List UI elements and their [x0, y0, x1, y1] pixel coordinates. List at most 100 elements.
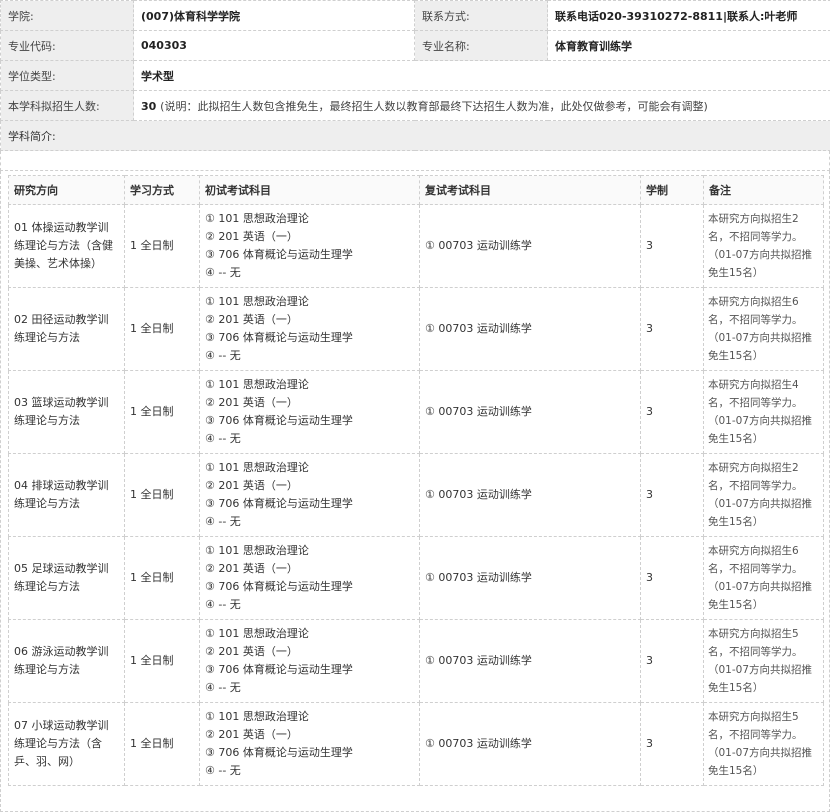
college-label: 学院:	[1, 1, 134, 31]
retest-subject-cell: ① 00703 运动训练学	[420, 454, 641, 537]
exam-subject-item: ④ -- 无	[205, 430, 414, 448]
retest-subject-cell: ① 00703 运动训练学	[420, 288, 641, 371]
table-row: 01 体操运动教学训练理论与方法（含健美操、艺术体操）1 全日制① 101 思想…	[9, 205, 824, 288]
research-direction-cell: 02 田径运动教学训练理论与方法	[9, 288, 125, 371]
header-retest-subjects: 复试考试科目	[420, 176, 641, 205]
table-row: 07 小球运动教学训练理论与方法（含乒、羽、网）1 全日制① 101 思想政治理…	[9, 703, 824, 786]
exam-subject-item: ③ 706 体育概论与运动生理学	[205, 578, 414, 596]
research-direction-cell: 05 足球运动教学训练理论与方法	[9, 537, 125, 620]
table-row: 06 游泳运动教学训练理论与方法1 全日制① 101 思想政治理论② 201 英…	[9, 620, 824, 703]
exam-subject-item: ① 101 思想政治理论	[205, 376, 414, 394]
header-study-years: 学制	[641, 176, 704, 205]
study-mode-cell: 1 全日制	[125, 620, 200, 703]
exam-subject-item: ② 201 英语（一）	[205, 228, 414, 246]
exam-subject-item: ③ 706 体育概论与运动生理学	[205, 495, 414, 513]
research-direction-cell: 01 体操运动教学训练理论与方法（含健美操、艺术体操）	[9, 205, 125, 288]
table-row: 03 篮球运动教学训练理论与方法1 全日制① 101 思想政治理论② 201 英…	[9, 371, 824, 454]
exam-subject-item: ③ 706 体育概论与运动生理学	[205, 744, 414, 762]
remark-cell: 本研究方向拟招生6名，不招同等学力。（01-07方向共拟招推免生15名）	[704, 288, 824, 371]
info-row-quota: 本学科拟招生人数: 30 (说明：此拟招生人数包含推免生，最终招生人数以教育部最…	[1, 91, 830, 121]
study-years-cell: 3	[641, 703, 704, 786]
exam-subject-item: ④ -- 无	[205, 762, 414, 780]
info-row-intro: 学科简介:	[1, 121, 830, 151]
contact-value: 联系电话020-39310272-8811|联系人:叶老师	[548, 1, 830, 31]
exam-subject-item: ④ -- 无	[205, 679, 414, 697]
enrollment-quota-cell: 30 (说明：此拟招生人数包含推免生，最终招生人数以教育部最终下达招生人数为准，…	[134, 91, 830, 121]
initial-exam-subjects-cell: ① 101 思想政治理论② 201 英语（一）③ 706 体育概论与运动生理学④…	[200, 537, 420, 620]
table-row: 05 足球运动教学训练理论与方法1 全日制① 101 思想政治理论② 201 英…	[9, 537, 824, 620]
info-row-degree: 学位类型: 学术型	[1, 61, 830, 91]
section-divider	[0, 151, 830, 171]
exam-subject-item: ① 101 思想政治理论	[205, 210, 414, 228]
header-remarks: 备注	[704, 176, 824, 205]
exam-subject-item: ② 201 英语（一）	[205, 311, 414, 329]
remark-cell: 本研究方向拟招生5名，不招同等学力。（01-07方向共拟招推免生15名）	[704, 620, 824, 703]
research-direction-cell: 07 小球运动教学训练理论与方法（含乒、羽、网）	[9, 703, 125, 786]
exam-subject-item: ④ -- 无	[205, 596, 414, 614]
exam-subject-item: ④ -- 无	[205, 513, 414, 531]
exam-subject-item: ① 101 思想政治理论	[205, 625, 414, 643]
exam-subject-item: ③ 706 体育概论与运动生理学	[205, 329, 414, 347]
major-code-value: 040303	[134, 31, 415, 61]
initial-exam-subjects-cell: ① 101 思想政治理论② 201 英语（一）③ 706 体育概论与运动生理学④…	[200, 703, 420, 786]
remark-cell: 本研究方向拟招生4名，不招同等学力。（01-07方向共拟招推免生15名）	[704, 371, 824, 454]
enrollment-quota-label: 本学科拟招生人数:	[1, 91, 134, 121]
college-value: (007)体育科学学院	[134, 1, 415, 31]
exam-subject-item: ② 201 英语（一）	[205, 643, 414, 661]
study-years-cell: 3	[641, 288, 704, 371]
study-mode-cell: 1 全日制	[125, 703, 200, 786]
enrollment-quota-value: 30	[141, 100, 156, 113]
subject-intro-label: 学科简介:	[1, 121, 830, 151]
initial-exam-subjects-cell: ① 101 思想政治理论② 201 英语（一）③ 706 体育概论与运动生理学④…	[200, 205, 420, 288]
header-research-direction: 研究方向	[9, 176, 125, 205]
remark-cell: 本研究方向拟招生5名，不招同等学力。（01-07方向共拟招推免生15名）	[704, 703, 824, 786]
study-years-cell: 3	[641, 205, 704, 288]
info-row-college: 学院: (007)体育科学学院 联系方式: 联系电话020-39310272-8…	[1, 1, 830, 31]
initial-exam-subjects-cell: ① 101 思想政治理论② 201 英语（一）③ 706 体育概论与运动生理学④…	[200, 288, 420, 371]
study-mode-cell: 1 全日制	[125, 371, 200, 454]
exam-subject-item: ① 101 思想政治理论	[205, 293, 414, 311]
exam-subject-item: ① 101 思想政治理论	[205, 542, 414, 560]
retest-subject-cell: ① 00703 运动训练学	[420, 537, 641, 620]
study-mode-cell: 1 全日制	[125, 537, 200, 620]
remark-cell: 本研究方向拟招生2名，不招同等学力。（01-07方向共拟招推免生15名）	[704, 454, 824, 537]
table-row: 02 田径运动教学训练理论与方法1 全日制① 101 思想政治理论② 201 英…	[9, 288, 824, 371]
initial-exam-subjects-cell: ① 101 思想政治理论② 201 英语（一）③ 706 体育概论与运动生理学④…	[200, 620, 420, 703]
contact-label: 联系方式:	[415, 1, 548, 31]
major-code-label: 专业代码:	[1, 31, 134, 61]
remark-cell: 本研究方向拟招生6名，不招同等学力。（01-07方向共拟招推免生15名）	[704, 537, 824, 620]
initial-exam-subjects-cell: ① 101 思想政治理论② 201 英语（一）③ 706 体育概论与运动生理学④…	[200, 454, 420, 537]
study-mode-cell: 1 全日制	[125, 205, 200, 288]
program-info-table: 学院: (007)体育科学学院 联系方式: 联系电话020-39310272-8…	[0, 0, 830, 151]
exam-subject-item: ① 101 思想政治理论	[205, 459, 414, 477]
table-header-row: 研究方向 学习方式 初试考试科目 复试考试科目 学制 备注	[9, 176, 824, 205]
retest-subject-cell: ① 00703 运动训练学	[420, 620, 641, 703]
header-initial-exam-subjects: 初试考试科目	[200, 176, 420, 205]
major-name-label: 专业名称:	[415, 31, 548, 61]
retest-subject-cell: ① 00703 运动训练学	[420, 371, 641, 454]
exam-subject-item: ① 101 思想政治理论	[205, 708, 414, 726]
research-directions-table: 研究方向 学习方式 初试考试科目 复试考试科目 学制 备注 01 体操运动教学训…	[8, 175, 824, 786]
enrollment-quota-note: (说明：此拟招生人数包含推免生，最终招生人数以教育部最终下达招生人数为准，此处仅…	[160, 100, 708, 113]
research-direction-cell: 04 排球运动教学训练理论与方法	[9, 454, 125, 537]
exam-subject-item: ③ 706 体育概论与运动生理学	[205, 412, 414, 430]
header-study-mode: 学习方式	[125, 176, 200, 205]
exam-subject-item: ③ 706 体育概论与运动生理学	[205, 661, 414, 679]
table-row: 04 排球运动教学训练理论与方法1 全日制① 101 思想政治理论② 201 英…	[9, 454, 824, 537]
exam-subject-item: ② 201 英语（一）	[205, 560, 414, 578]
exam-subject-item: ② 201 英语（一）	[205, 726, 414, 744]
study-years-cell: 3	[641, 371, 704, 454]
retest-subject-cell: ① 00703 运动训练学	[420, 205, 641, 288]
major-name-value: 体育教育训练学	[548, 31, 830, 61]
degree-type-value: 学术型	[134, 61, 830, 91]
study-years-cell: 3	[641, 454, 704, 537]
study-mode-cell: 1 全日制	[125, 454, 200, 537]
study-years-cell: 3	[641, 620, 704, 703]
exam-subject-item: ② 201 英语（一）	[205, 394, 414, 412]
study-years-cell: 3	[641, 537, 704, 620]
exam-subject-item: ② 201 英语（一）	[205, 477, 414, 495]
research-direction-cell: 06 游泳运动教学训练理论与方法	[9, 620, 125, 703]
exam-subject-item: ③ 706 体育概论与运动生理学	[205, 246, 414, 264]
info-row-code: 专业代码: 040303 专业名称: 体育教育训练学	[1, 31, 830, 61]
exam-subject-item: ④ -- 无	[205, 264, 414, 282]
